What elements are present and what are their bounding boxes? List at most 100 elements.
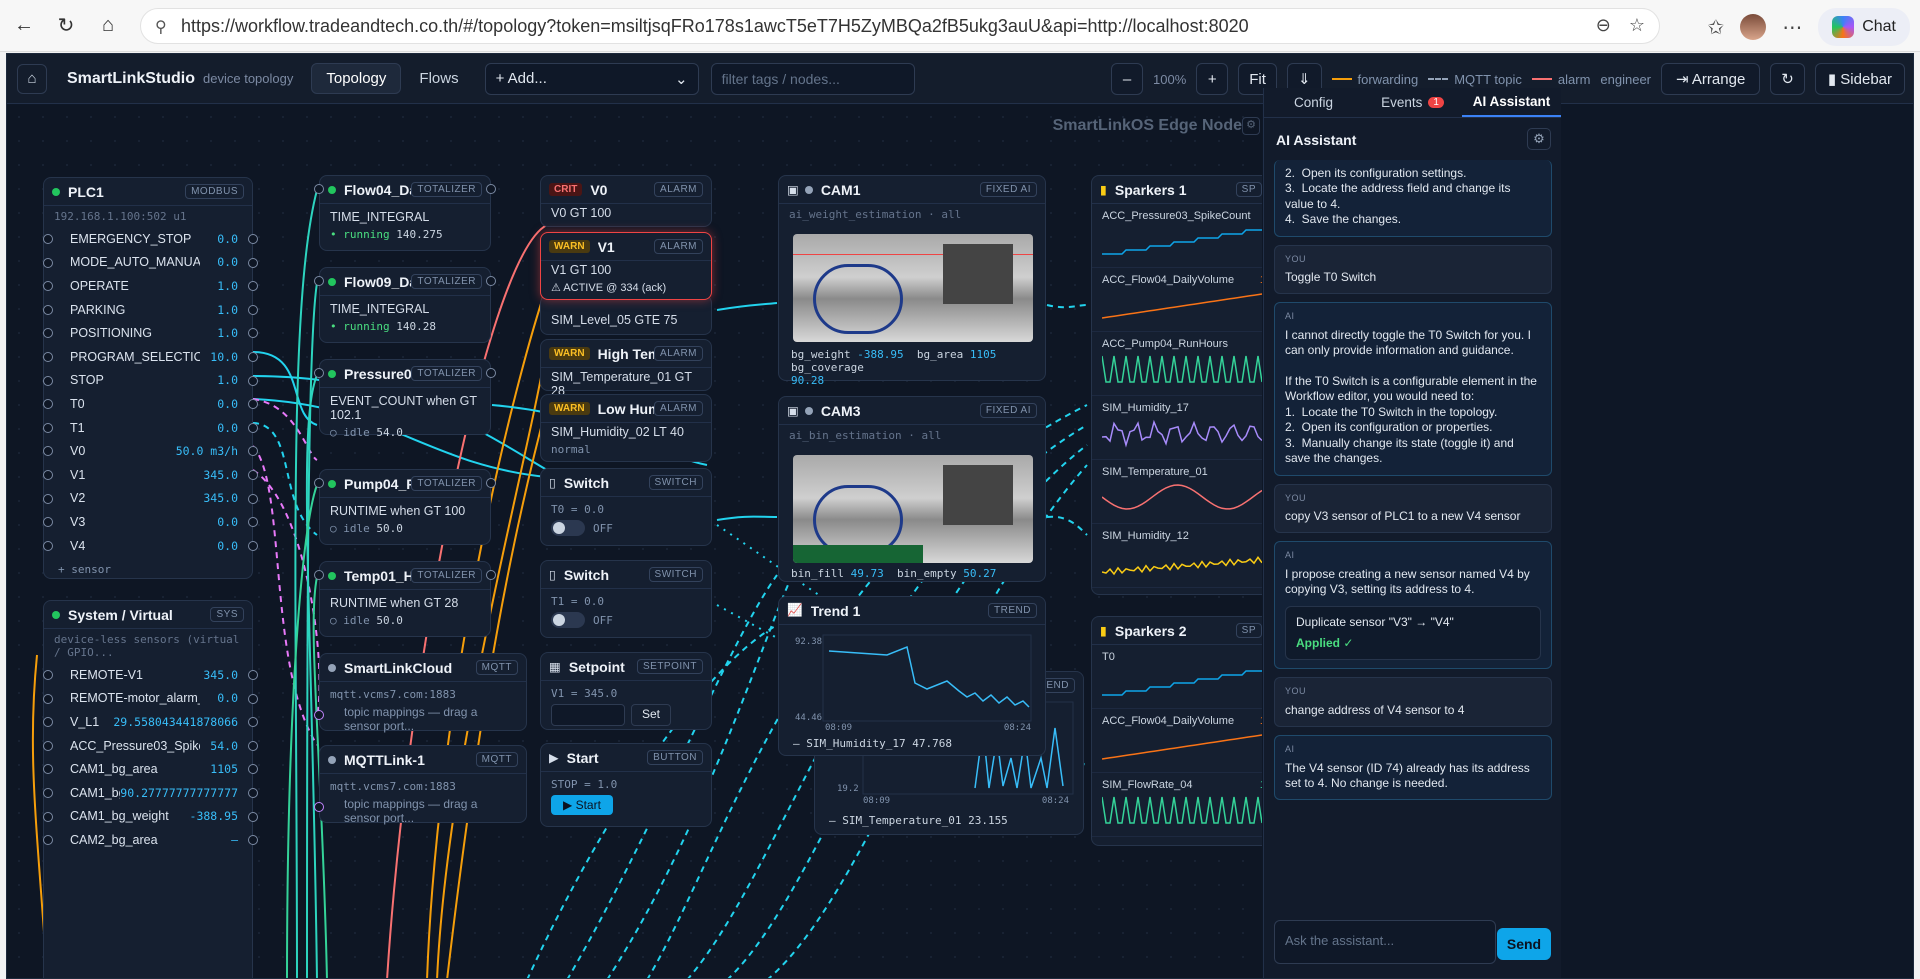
sensor-row[interactable]: EMERGENCY_STOP 0.0 <box>43 227 258 251</box>
alarm-node-level[interactable]: SIM_Level_05 GTE 75 <box>540 295 712 335</box>
sensor-row[interactable]: STOP 1.0 <box>43 369 258 393</box>
input-port[interactable] <box>43 740 53 751</box>
add-sensor-link[interactable]: + sensor <box>44 561 252 578</box>
input-port[interactable] <box>43 835 53 846</box>
sensor-row[interactable]: T0 0.0 <box>43 392 258 416</box>
plc1-node[interactable]: PLC1 MODBUS 192.168.1.100:502 u1 EMERGEN… <box>43 177 258 579</box>
sensor-row[interactable]: PROGRAM_SELECTION 10.0 <box>43 345 258 369</box>
set-button[interactable]: Set <box>631 704 672 726</box>
input-port[interactable] <box>43 540 53 551</box>
output-port[interactable] <box>248 493 258 504</box>
refresh-button[interactable]: ↻ <box>1770 63 1805 95</box>
output-port[interactable] <box>248 670 258 680</box>
zoom-in-button[interactable]: + <box>1196 63 1229 95</box>
sensor-row[interactable]: V0 50.0 m3/h <box>43 439 258 463</box>
totalizer-node[interactable]: Flow09_Daily...TOTALIZER TIME_INTEGRAL • r… <box>314 267 496 343</box>
address-bar[interactable]: ⚲ https://workflow.tradeandtech.co.th/#/… <box>140 8 1660 44</box>
sparkline-row[interactable]: ACC_Flow04_DailyVolume 1 <box>1092 268 1262 332</box>
input-port[interactable] <box>314 802 324 812</box>
sensor-row[interactable]: CAM1_bg_weight -388.95 <box>43 805 258 829</box>
arrange-button[interactable]: ⇥ Arrange <box>1661 63 1761 95</box>
output-port[interactable] <box>248 469 258 480</box>
input-port[interactable] <box>43 693 53 704</box>
zoom-out-button[interactable]: – <box>1111 63 1144 95</box>
sensor-row[interactable]: V_L1 29.558043441878066 <box>43 710 258 734</box>
home-button[interactable]: ⌂ <box>17 63 47 94</box>
sparkline-row[interactable]: SIM_Temperature_01 <box>1092 460 1262 524</box>
input-port[interactable] <box>43 257 53 268</box>
mqtt-node[interactable]: MQTTLink-1 MQTT mqtt.vcms7.com:1883 topic m… <box>314 745 527 825</box>
tab-events[interactable]: Events 1 <box>1363 88 1462 117</box>
sensor-row[interactable]: V1 345.0 <box>43 463 258 487</box>
sparkline-row[interactable]: ACC_Flow04_DailyVolume 1 <box>1092 709 1262 773</box>
input-port[interactable] <box>43 399 53 410</box>
input-port[interactable] <box>43 811 53 822</box>
sparkline-row[interactable]: SIM_FlowRate_04 1 <box>1092 773 1262 837</box>
input-port[interactable] <box>314 478 324 488</box>
sensor-row[interactable]: PARKING 1.0 <box>43 298 258 322</box>
mqtt-node[interactable]: SmartLinkCloud MQTT mqtt.vcms7.com:1883 top… <box>314 653 527 733</box>
input-port[interactable] <box>43 351 53 362</box>
input-port[interactable] <box>43 670 53 680</box>
home-icon[interactable]: ⌂ <box>90 8 126 44</box>
output-port[interactable] <box>248 811 258 822</box>
tab-topology[interactable]: Topology <box>311 63 402 94</box>
switch-node-t1[interactable]: ▯ Switch SWITCH T1 = 0.0 OFF <box>540 560 712 638</box>
input-port[interactable] <box>43 304 53 315</box>
input-port[interactable] <box>43 517 53 528</box>
output-port[interactable] <box>248 257 258 268</box>
input-port[interactable] <box>43 764 53 775</box>
toggle-switch[interactable] <box>551 612 585 628</box>
input-port[interactable] <box>43 375 53 386</box>
copilot-chat-button[interactable]: Chat <box>1818 8 1910 46</box>
totalizer-node[interactable]: Pump04_Run...TOTALIZER RUNTIME when GT 10… <box>314 469 496 545</box>
input-port[interactable] <box>43 281 53 292</box>
totalizer-node[interactable]: Pressure03_S...TOTALIZER EVENT_COUNT when… <box>314 359 496 439</box>
input-port[interactable] <box>43 493 53 504</box>
favorite-star-icon[interactable]: ☆ <box>1629 15 1645 36</box>
input-port[interactable] <box>43 328 53 339</box>
reload-icon[interactable]: ↻ <box>48 8 84 44</box>
input-port[interactable] <box>43 787 53 798</box>
input-port[interactable] <box>43 422 53 433</box>
filter-input[interactable]: filter tags / nodes... <box>710 62 915 95</box>
alarm-node-low-humi[interactable]: WARN Low Humi... ALARM SIM_Humidity_02 L… <box>540 394 712 462</box>
start-button-node[interactable]: ▶ Start BUTTON STOP = 1.0 ▶ Start <box>540 743 712 827</box>
sensor-row[interactable]: CAM1_bg_cover...90.27777777777777 <box>43 781 258 805</box>
output-port[interactable] <box>486 184 496 194</box>
edge-node-gear-icon[interactable]: ⚙ <box>1242 117 1260 135</box>
output-port[interactable] <box>248 375 258 386</box>
sensor-row[interactable]: REMOTE-motor_alarm_sim_01 0.0 <box>43 687 258 711</box>
sensor-row[interactable]: T1 0.0 <box>43 416 258 440</box>
switch-node-t0[interactable]: ▯ Switch SWITCH T0 = 0.0 OFF <box>540 468 712 546</box>
sensor-row[interactable]: CAM1_bg_area 1105 <box>43 757 258 781</box>
gear-icon[interactable]: ⚙ <box>1527 128 1551 150</box>
input-port[interactable] <box>314 184 324 194</box>
sensor-row[interactable]: REMOTE-V1 345.0 <box>43 663 258 687</box>
sparkline-row[interactable]: SIM_Humidity_17 <box>1092 396 1262 460</box>
cam3-node[interactable]: ▣ CAM3 FIXED AI ai_bin_estimation · all … <box>778 396 1046 582</box>
send-button[interactable]: Send <box>1497 928 1551 960</box>
setpoint-node[interactable]: ▦ Setpoint SETPOINT V1 = 345.0 Set <box>540 652 712 730</box>
toggle-switch[interactable] <box>551 520 585 536</box>
sensor-row[interactable]: V3 0.0 <box>43 510 258 534</box>
output-port[interactable] <box>486 478 496 488</box>
output-port[interactable] <box>248 787 258 798</box>
output-port[interactable] <box>248 740 258 751</box>
input-port[interactable] <box>314 276 324 286</box>
more-menu-icon[interactable]: ⋯ <box>1782 15 1802 40</box>
topology-canvas[interactable]: SmartLinkOS Edge Node ⚙ PLC1 MODBUS 192.… <box>7 105 1262 978</box>
input-port[interactable] <box>43 717 53 728</box>
totalizer-node[interactable]: Temp01_High...TOTALIZER RUNTIME when GT 2… <box>314 561 496 637</box>
output-port[interactable] <box>248 234 258 244</box>
sensor-row[interactable]: MODE_AUTO_MANUAL 0.0 <box>43 251 258 275</box>
add-node-select[interactable]: + Add... ⌄ <box>484 62 699 95</box>
output-port[interactable] <box>486 570 496 580</box>
sidebar-toggle-button[interactable]: ▮ Sidebar <box>1814 63 1905 95</box>
trend1-node[interactable]: 📈 Trend 1 TREND 92.38 44.46 08:09 08:24 … <box>778 596 1046 756</box>
output-port[interactable] <box>248 693 258 704</box>
sparkers2-node[interactable]: ▮ Sparkers 2 SP T0 ACC_Flow04_DailyVolume… <box>1091 616 1262 846</box>
back-icon[interactable]: ← <box>6 8 42 44</box>
sparkline-row[interactable]: SIM_Humidity_12 <box>1092 524 1262 588</box>
zoom-icon[interactable]: ⊖ <box>1596 15 1611 36</box>
